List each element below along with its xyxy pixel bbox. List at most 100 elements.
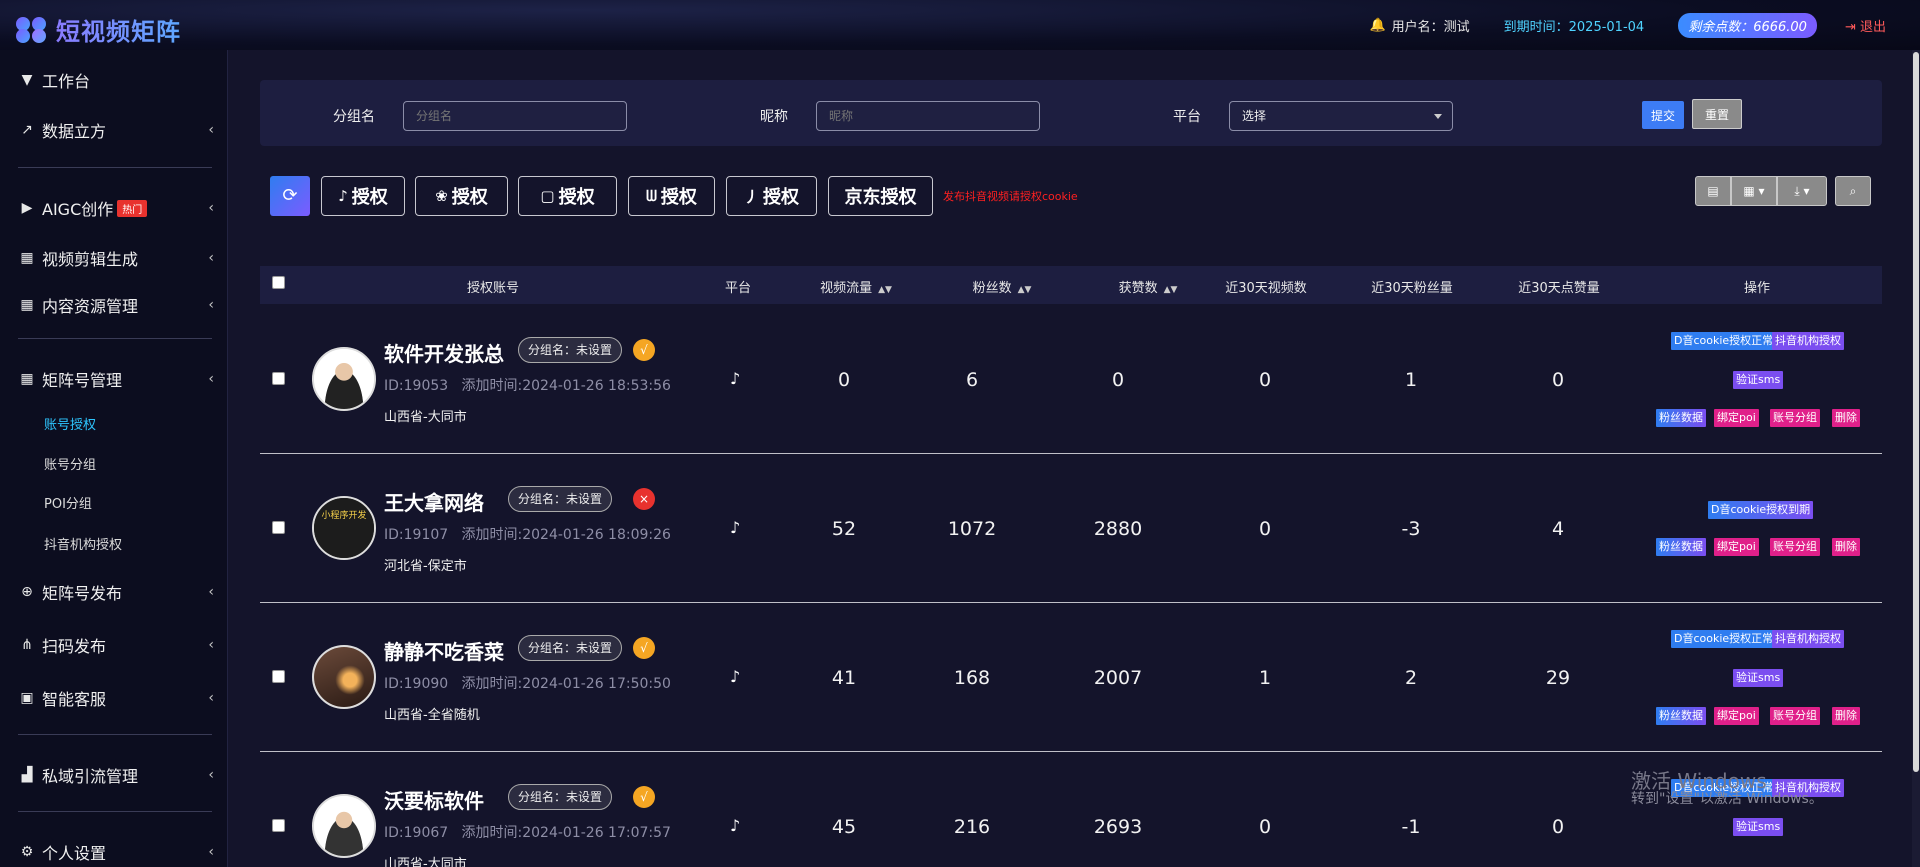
shipinhao-auth-button[interactable]: ᗯ 授权	[628, 176, 715, 216]
nickname-input[interactable]	[816, 101, 1040, 131]
bind-poi-tag[interactable]: 绑定poi	[1714, 707, 1759, 725]
refresh-icon: ⟳	[282, 185, 298, 206]
org-auth-tag[interactable]: 抖音机构授权	[1772, 630, 1844, 648]
watermark-line1: 激活 Windows	[1631, 769, 1767, 793]
sidebar-item-workbench[interactable]: ▼ 工作台	[18, 68, 214, 92]
douyin-icon: ♪	[730, 518, 741, 537]
account-location: 山西省-全省随机	[384, 708, 480, 723]
30d-likes-value: 4	[1551, 518, 1565, 540]
video-traffic-value: 41	[831, 667, 857, 689]
header-fans[interactable]: 粉丝数 ▲▼	[973, 277, 1032, 296]
reset-button[interactable]: 重置	[1692, 99, 1742, 129]
added-time: 添加时间:2024-01-26 18:53:56	[461, 378, 671, 394]
account-group-tag[interactable]: 账号分组	[1770, 409, 1820, 427]
cookie-expired-tag[interactable]: D音cookie授权到期	[1708, 501, 1814, 519]
account-id: ID:19053	[384, 378, 449, 394]
account-id: ID:19090	[384, 676, 449, 692]
platform-select[interactable]: 选择	[1229, 101, 1453, 131]
verify-sms-tag[interactable]: 验证sms	[1733, 818, 1784, 836]
sidebar-item-aigc[interactable]: ▶ AIGC创作 热门 ‹	[18, 196, 214, 220]
bind-poi-tag[interactable]: 绑定poi	[1714, 538, 1759, 556]
search-button[interactable]: ⌕	[1835, 176, 1871, 206]
chart-icon: ↗	[21, 122, 33, 138]
toggle-view-button[interactable]: ▤	[1695, 176, 1731, 206]
verify-sms-tag[interactable]: 验证sms	[1733, 669, 1784, 687]
chevron-left-icon: ‹	[208, 767, 214, 783]
sort-icon[interactable]: ▲▼	[878, 285, 892, 295]
auth-label: 授权	[763, 187, 799, 208]
added-time: 添加时间:2024-01-26 17:07:57	[461, 825, 671, 841]
sidebar-sub-douyin-org-auth[interactable]: 抖音机构授权	[44, 534, 122, 553]
logout-link[interactable]: ⇥ 退出	[1845, 16, 1886, 35]
delete-tag[interactable]: 删除	[1832, 409, 1860, 427]
header-likes[interactable]: 获赞数 ▲▼	[1119, 277, 1178, 296]
sidebar-item-data-cube[interactable]: ↗ 数据立方 ‹	[18, 118, 214, 142]
account-group-tag[interactable]: 账号分组	[1770, 538, 1820, 556]
sidebar-item-video-edit[interactable]: ▦ 视频剪辑生成 ‹	[18, 246, 214, 270]
header-platform: 平台	[724, 281, 752, 296]
sidebar-item-content-resources[interactable]: ▦ 内容资源管理 ‹	[18, 293, 214, 317]
header-video-traffic[interactable]: 视频流量 ▲▼	[820, 277, 892, 296]
bind-poi-tag[interactable]: 绑定poi	[1714, 409, 1759, 427]
row-checkbox[interactable]	[272, 372, 285, 385]
sidebar: ▼ 工作台 ↗ 数据立方 ‹ ▶ AIGC创作 热门 ‹ ▦ 视频剪辑生成 ‹ …	[0, 50, 228, 867]
douyin-auth-button[interactable]: ♪ 授权	[321, 176, 405, 216]
sidebar-item-personal-settings[interactable]: ⚙ 个人设置 ‹	[18, 840, 214, 864]
added-time: 添加时间:2024-01-26 18:09:26	[461, 527, 671, 543]
submit-button[interactable]: 提交	[1642, 101, 1684, 129]
sidebar-item-matrix-accounts[interactable]: ▦ 矩阵号管理 ‹	[18, 367, 214, 391]
org-auth-tag[interactable]: 抖音机构授权	[1772, 332, 1844, 350]
chevron-left-icon: ‹	[208, 844, 214, 860]
fans-data-tag[interactable]: 粉丝数据	[1656, 409, 1706, 427]
chevron-left-icon: ‹	[208, 637, 214, 653]
delete-tag[interactable]: 删除	[1832, 538, 1860, 556]
sidebar-item-scan-publish[interactable]: ⋔ 扫码发布 ‹	[18, 633, 214, 657]
scrollbar-thumb[interactable]	[1913, 52, 1919, 772]
avatar[interactable]: 小程序开发	[312, 496, 376, 560]
avatar[interactable]	[312, 645, 376, 709]
account-name: 沃要标软件	[384, 789, 484, 813]
sidebar-sub-account-group[interactable]: 账号分组	[44, 454, 96, 473]
grid-icon: ▦	[20, 371, 34, 387]
export-button[interactable]: ⤓ ▾	[1777, 176, 1827, 206]
sort-icon[interactable]: ▲▼	[1018, 285, 1032, 295]
sidebar-item-label: 数据立方	[42, 122, 107, 141]
jd-auth-button[interactable]: 京东授权	[828, 176, 933, 216]
account-name: 静静不吃香菜	[384, 640, 504, 664]
app-logo[interactable]: 短视频矩阵	[16, 12, 181, 47]
avatar[interactable]	[312, 794, 376, 858]
cookie-ok-tag[interactable]: D音cookie授权正常	[1671, 630, 1777, 648]
header-30d-likes: 近30天点赞量	[1518, 281, 1600, 296]
sidebar-item-private-traffic[interactable]: ▟ 私域引流管理 ‹	[18, 763, 214, 787]
plus-circle-icon: ⊕	[21, 584, 33, 600]
row-checkbox[interactable]	[272, 670, 285, 683]
account-group-tag[interactable]: 账号分组	[1770, 707, 1820, 725]
kuaishou-auth-button[interactable]: ❀ 授权	[415, 176, 508, 216]
likes-value: 2007	[1093, 667, 1143, 689]
row-checkbox[interactable]	[272, 819, 285, 832]
sidebar-item-matrix-publish[interactable]: ⊕ 矩阵号发布 ‹	[18, 580, 214, 604]
select-all-checkbox[interactable]	[272, 276, 285, 289]
sort-icon[interactable]: ▲▼	[1164, 285, 1178, 295]
expire-date: 到期时间：2025-01-04	[1503, 19, 1645, 35]
avatar[interactable]	[312, 347, 376, 411]
refresh-button[interactable]: ⟳	[270, 176, 310, 216]
fans-data-tag[interactable]: 粉丝数据	[1656, 707, 1706, 725]
list-icon: ▤	[1707, 184, 1719, 198]
table-tools: ▤ ▦ ▾ ⤓ ▾	[1695, 176, 1827, 206]
sidebar-item-smart-service[interactable]: ▣ 智能客服 ‹	[18, 686, 214, 710]
row-checkbox[interactable]	[272, 521, 285, 534]
sidebar-sub-poi-group[interactable]: POI分组	[44, 493, 92, 512]
delete-tag[interactable]: 删除	[1832, 707, 1860, 725]
bell-icon[interactable]: 🔔	[1370, 18, 1386, 33]
xiaohongshu-auth-button[interactable]: ⼃授权	[726, 176, 817, 216]
chevron-left-icon: ‹	[208, 297, 214, 313]
sidebar-sub-account-auth[interactable]: 账号授权	[44, 414, 96, 433]
group-name-input[interactable]	[403, 101, 627, 131]
logo-icon	[16, 16, 50, 43]
bilibili-auth-button[interactable]: ▢ 授权	[518, 176, 617, 216]
verify-sms-tag[interactable]: 验证sms	[1733, 371, 1784, 389]
cookie-ok-tag[interactable]: D音cookie授权正常	[1671, 332, 1777, 350]
fans-data-tag[interactable]: 粉丝数据	[1656, 538, 1706, 556]
columns-button[interactable]: ▦ ▾	[1731, 176, 1777, 206]
